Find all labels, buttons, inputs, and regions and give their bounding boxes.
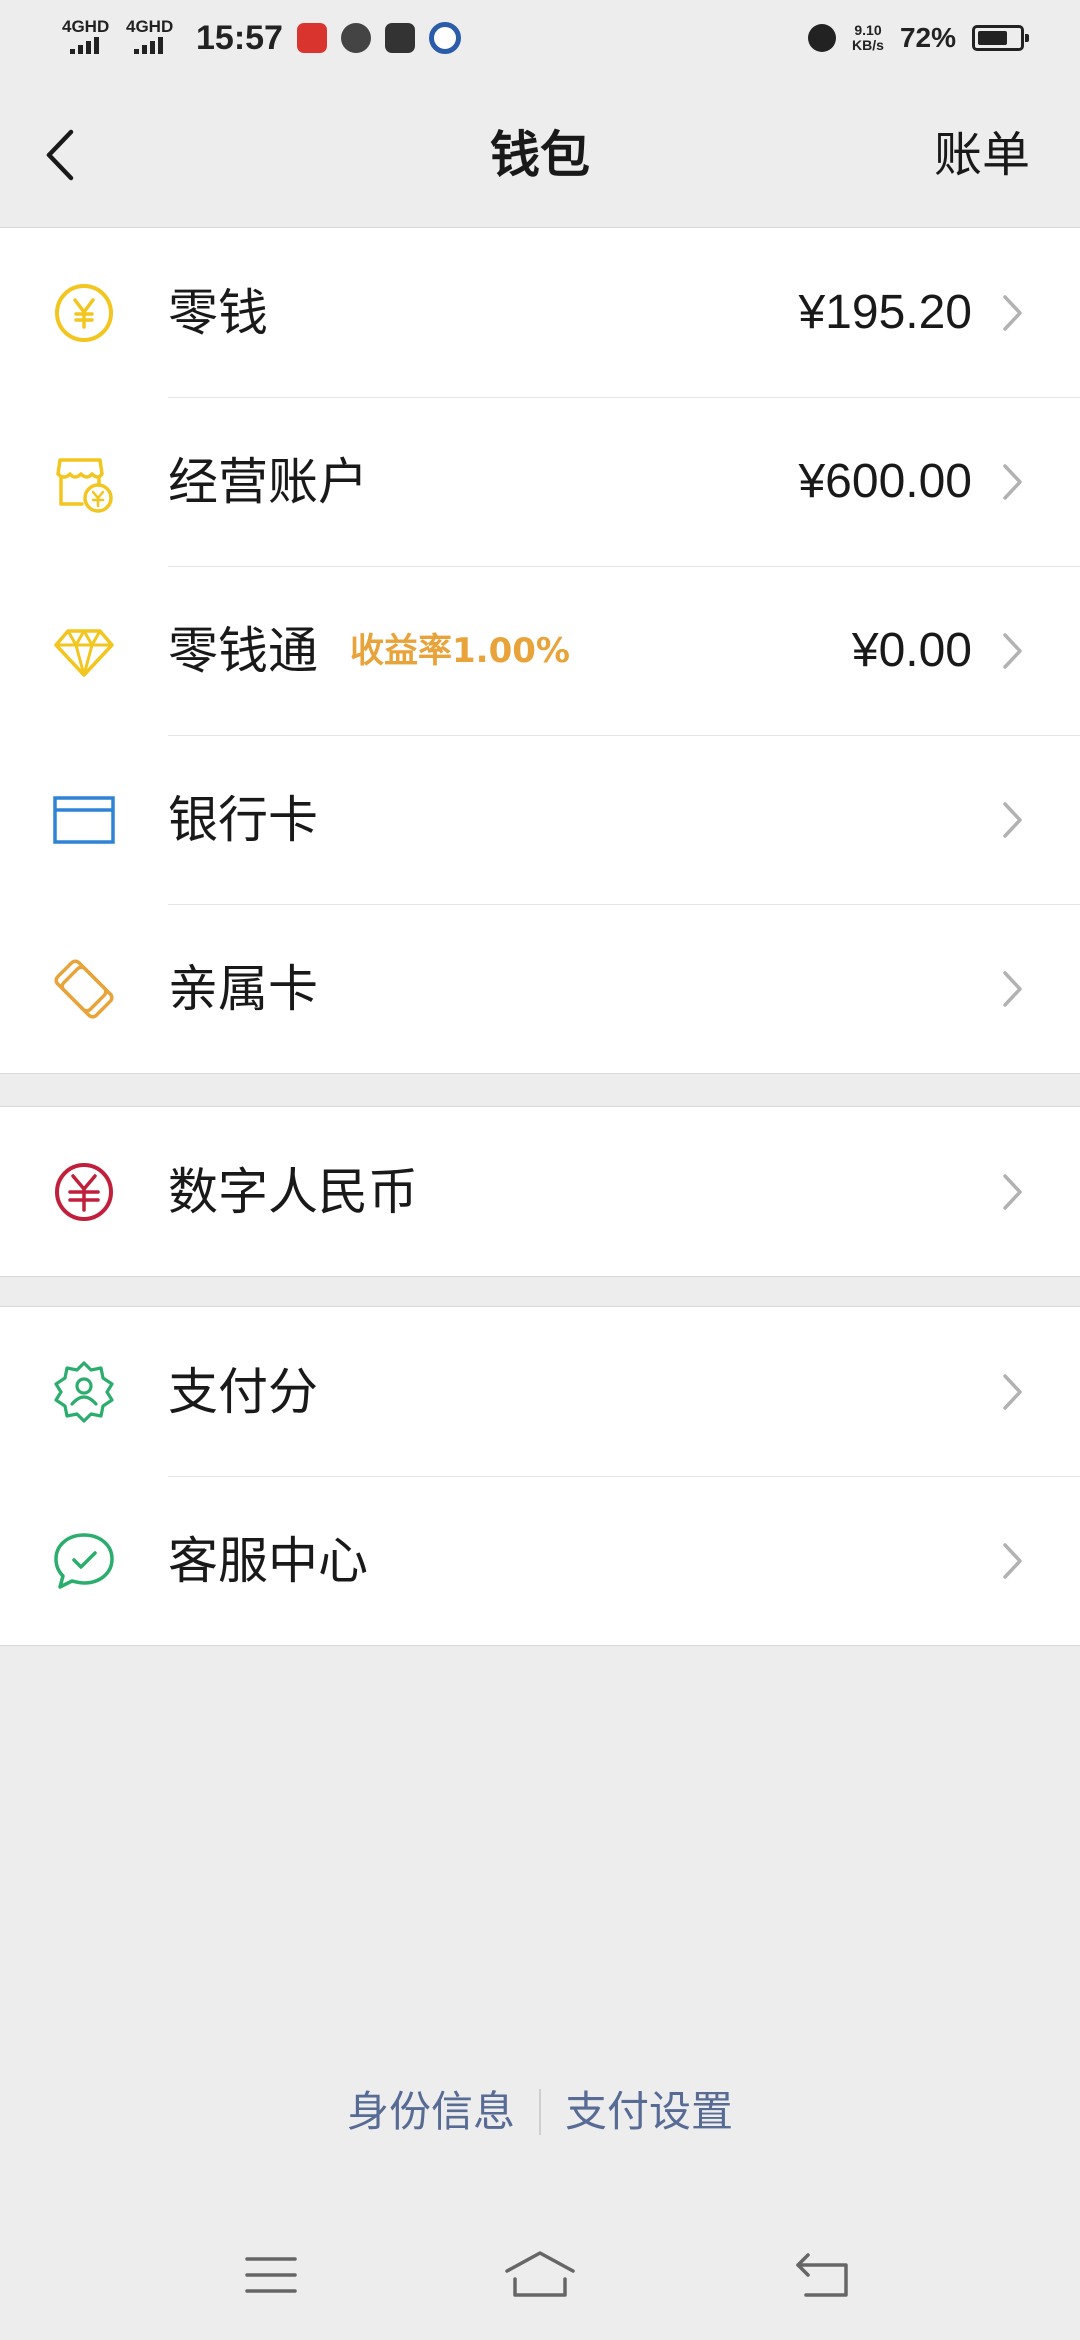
customer-service-icon — [52, 1529, 116, 1593]
chevron-right-icon — [998, 462, 1028, 502]
page-title: 钱包 — [490, 126, 590, 184]
list-item-label: 银行卡 — [168, 790, 318, 849]
list-item-digital-rmb[interactable]: 数字人民币 — [0, 1107, 1080, 1276]
chevron-right-icon — [998, 1541, 1028, 1581]
family-card-icon — [52, 957, 116, 1021]
signal-sim2: 4GHD — [126, 18, 176, 58]
list-item-family-card[interactable]: 亲属卡 — [0, 904, 1080, 1073]
diamond-icon — [52, 619, 116, 683]
network-speed-value: 9.10 — [854, 22, 882, 38]
back-button[interactable] — [30, 120, 90, 190]
battery-percent: 72% — [899, 22, 956, 53]
signal-bars-icon — [134, 36, 163, 54]
status-time: 15:57 — [196, 18, 283, 57]
toutiao-app-icon — [296, 23, 327, 53]
list-item-business-account[interactable]: 经营账户 ¥600.00 — [0, 397, 1080, 566]
digital-rmb-icon — [52, 1160, 116, 1224]
identity-info-link[interactable]: 身份信息 — [323, 2085, 539, 2139]
chevron-right-icon — [998, 1372, 1028, 1412]
list-item-label: 零钱通 — [168, 621, 318, 680]
network-type-1: 4GHD — [62, 17, 110, 36]
status-bar: 4GHD 4GHD 15:57 9.10 KB/s 72% — [0, 0, 1080, 80]
list-item-value: ¥195.20 — [798, 285, 972, 339]
list-item-pay-score[interactable]: 支付分 — [0, 1307, 1080, 1476]
wallet-screen: 4GHD 4GHD 15:57 9.10 KB/s 72% 钱包 账单 零钱 ¥… — [0, 0, 1080, 2340]
list-item-label: 客服中心 — [168, 1531, 368, 1590]
list-item-label: 经营账户 — [168, 452, 368, 511]
bill-button[interactable]: 账单 — [934, 124, 1030, 186]
status-right: 9.10 KB/s 72% — [808, 22, 1029, 54]
battery-fill — [978, 31, 1007, 45]
signal-bars-icon — [70, 36, 99, 54]
chevron-right-icon — [998, 969, 1028, 1009]
system-nav-bar — [0, 2220, 1080, 2340]
menu-icon — [245, 2257, 297, 2293]
nav-bar: 钱包 账单 — [0, 80, 1080, 228]
status-left: 4GHD 4GHD 15:57 — [62, 18, 461, 58]
bank-card-icon — [52, 788, 116, 852]
pay-score-icon — [52, 1360, 116, 1424]
battery-icon — [972, 25, 1029, 51]
back-icon — [796, 2253, 848, 2297]
menu-button[interactable] — [226, 2240, 316, 2310]
chevron-right-icon — [998, 800, 1028, 840]
wallet-group-services: 支付分 客服中心 — [0, 1306, 1080, 1646]
chevron-right-icon — [998, 631, 1028, 671]
list-item-change[interactable]: 零钱 ¥195.20 — [0, 228, 1080, 397]
footer-links: 身份信息 支付设置 — [0, 2085, 1080, 2139]
payment-settings-link[interactable]: 支付设置 — [541, 2085, 757, 2139]
network-speed-unit: KB/s — [852, 37, 884, 53]
yield-rate-badge: 收益率1.00% — [350, 630, 570, 671]
chevron-left-icon — [46, 129, 74, 181]
home-button[interactable] — [495, 2240, 585, 2310]
chevron-right-icon — [998, 1172, 1028, 1212]
list-item-change-pass[interactable]: 零钱通 收益率1.00% ¥0.00 — [0, 566, 1080, 735]
system-back-button[interactable] — [778, 2240, 868, 2310]
weather-cloud-icon — [340, 23, 371, 53]
list-item-label: 支付分 — [168, 1362, 318, 1421]
list-item-label: 亲属卡 — [168, 959, 318, 1018]
shop-account-icon — [52, 450, 116, 514]
network-type-2: 4GHD — [126, 17, 174, 36]
network-speed: 9.10 KB/s — [852, 23, 884, 53]
wallet-group-main: 零钱 ¥195.20 经营账户 ¥600.00 零钱通 收益率1.00% ¥0.… — [0, 228, 1080, 1074]
chevron-right-icon — [998, 293, 1028, 333]
list-item-label: 数字人民币 — [168, 1162, 418, 1221]
wallet-group-digital-rmb: 数字人民币 — [0, 1106, 1080, 1277]
home-icon — [505, 2251, 575, 2297]
yuan-coin-icon — [52, 281, 116, 345]
list-item-bank-card[interactable]: 银行卡 — [0, 735, 1080, 904]
alarm-icon — [808, 24, 837, 52]
list-item-customer-service[interactable]: 客服中心 — [0, 1476, 1080, 1645]
list-item-value: ¥0.00 — [851, 623, 972, 677]
list-item-value: ¥600.00 — [798, 454, 972, 508]
signal-sim1: 4GHD — [62, 18, 112, 58]
mail-app-icon — [384, 23, 415, 53]
baidu-app-icon — [428, 22, 461, 54]
list-item-label: 零钱 — [168, 283, 268, 342]
